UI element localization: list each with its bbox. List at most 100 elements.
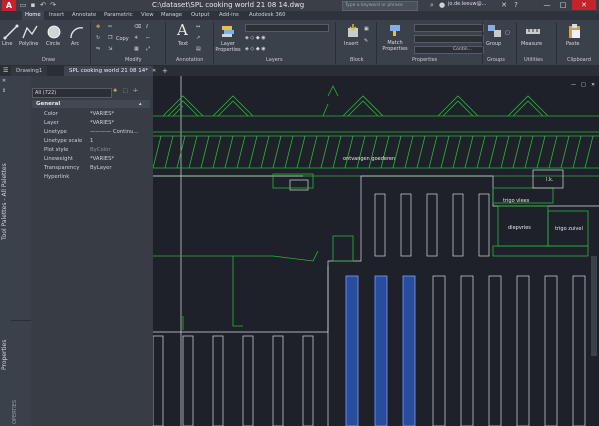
tab-addins[interactable]: Add-ins [219,11,239,20]
tab-parametric[interactable]: Parametric [104,11,133,20]
insert-block-icon[interactable] [345,23,361,39]
measure-icon[interactable] [525,23,541,39]
paste-button[interactable]: Paste [566,41,580,47]
explode-icon[interactable]: ✳ [134,35,138,41]
layer-properties-button[interactable]: Layer Properties [215,41,241,53]
undo-icon[interactable]: ↶ [39,1,47,9]
general-section-header[interactable]: General [32,100,150,108]
layer-tools-icon[interactable]: ◈ ◇ ◆ ◉ [245,35,266,41]
polyline-button[interactable]: Polyline [19,41,38,47]
drawing-canvas[interactable]: ontvangen goederen — □ ✕ trigo vlees diepv… [153,76,599,426]
draw-panel-label[interactable]: Draw [42,57,55,63]
search-icon[interactable]: ⌕ [428,1,436,9]
redo-icon[interactable]: ↷ [49,1,57,9]
tab-insert[interactable]: Insert [49,11,64,20]
ungroup-icon[interactable]: ▢ [505,30,510,36]
block-panel-label[interactable]: Block [350,57,364,63]
group-icon[interactable] [487,23,503,39]
lineweight-dropdown[interactable]: Contin... [414,46,484,54]
text-button[interactable]: Text [178,41,188,47]
mirror-icon[interactable]: ⇋ [96,46,100,52]
arc-icon[interactable] [69,24,85,40]
tab-output[interactable]: Output [191,11,209,20]
match-properties-button[interactable]: Match Properties [380,40,410,52]
tab-home[interactable]: Home [22,11,44,20]
autocad-logo-icon[interactable]: A [2,0,16,11]
group-button[interactable]: Group [486,41,501,47]
circle-button[interactable]: Circle [46,41,60,47]
minimize-button[interactable]: — [540,0,554,10]
prop-row-transparency[interactable]: Transparency ByLayer [32,164,150,173]
properties-strip-title[interactable]: Properties [1,340,8,370]
prop-row-lineweight[interactable]: Lineweight *VARIES* [32,155,150,164]
layer-state-icon[interactable]: ◈ ◇ ◆ ◉ [245,46,266,52]
groups-panel-label[interactable]: Groups [487,57,505,63]
tool-palette-title[interactable]: Tool Palettes - All Palettes [1,163,8,240]
copy-icon[interactable]: ❐ [108,35,112,41]
prop-row-color[interactable]: Color *VARIES* [32,110,150,119]
modify-panel-label[interactable]: Modify [125,57,142,63]
dimension-icon[interactable]: ↔ [196,24,200,30]
layer-properties-icon[interactable] [220,23,236,39]
table-icon[interactable]: ▤ [196,46,201,52]
save-icon[interactable]: ▪ [29,1,37,9]
linetype-dropdown[interactable] [414,35,484,43]
collapse-icon[interactable]: ▴ [139,101,142,107]
measure-button[interactable]: Measure [521,41,542,47]
user-icon[interactable]: ● [438,1,446,9]
create-block-icon[interactable]: ▣ [364,26,369,32]
trim-icon[interactable]: ✂ [108,24,112,30]
tab-annotate[interactable]: Annotate [72,11,96,20]
color-dropdown[interactable] [414,24,484,32]
line-icon[interactable] [3,24,19,40]
vertical-scrollbar[interactable] [591,256,597,356]
offset-icon[interactable]: ⫽ [146,24,148,30]
select-objects-icon[interactable]: ⬚ [123,88,128,94]
prop-row-plot-style[interactable]: Plot style ByColor [32,146,150,155]
stretch-icon[interactable]: ⇲ [108,46,112,52]
properties-title[interactable]: OPERTIES [12,400,18,424]
line-button[interactable]: Line [2,41,12,47]
erase-icon[interactable]: ⌫ [134,24,141,30]
close-tab-icon[interactable]: ✕ [152,68,156,74]
edit-block-icon[interactable]: ✎ [364,38,368,44]
clipboard-panel-label[interactable]: Clipboard [567,57,591,63]
arc-button[interactable]: Arc [71,41,79,47]
prop-row-linetype-scale[interactable]: Linetype scale 1 [32,137,150,146]
rotate-icon[interactable]: ↻ [96,35,100,41]
floor-plan[interactable]: ontvangen goederen — □ ✕ trigo vlees diepv… [153,76,599,426]
copy-button[interactable]: Copy [116,36,129,42]
tab-manage[interactable]: Manage [161,11,182,20]
paste-icon[interactable] [567,23,583,39]
help-icon[interactable]: ? [512,1,520,9]
utilities-panel-label[interactable]: Utilities [524,57,543,63]
tab-autodesk360[interactable]: Autodesk 360 [249,11,286,20]
quick-select-icon[interactable]: ✚ [113,88,117,94]
strip-pin-icon[interactable]: ⇕ [2,88,6,94]
open-icon[interactable]: ▭ [19,1,27,9]
move-icon[interactable]: ✥ [96,24,100,30]
selected-racks[interactable] [345,275,416,426]
layer-dropdown[interactable] [245,24,329,32]
array-icon[interactable]: ▦ [134,46,139,52]
strip-close-icon[interactable]: ✕ [2,78,6,84]
selection-dropdown[interactable]: All (722) [32,88,112,98]
tab-spl-cooking-world[interactable]: SPL cooking world 21 08 14* [64,66,153,76]
match-properties-icon[interactable] [388,23,402,37]
insert-button[interactable]: Insert [344,41,358,47]
tab-view[interactable]: View [141,11,154,20]
exchange-icon[interactable]: ✕ [500,1,508,9]
layers-panel-label[interactable]: Layers [266,57,283,63]
tab-drawing1[interactable]: Drawing1 [11,66,48,76]
leader-icon[interactable]: ↗ [196,35,200,41]
polyline-icon[interactable] [22,24,38,40]
start-tab-icon[interactable]: ☰ [3,67,8,74]
new-tab-icon[interactable]: + [162,67,168,75]
scale-icon[interactable]: ⤢ [146,46,150,52]
prop-row-layer[interactable]: Layer *VARIES* [32,119,150,128]
text-icon[interactable]: A [177,21,188,39]
prop-row-linetype[interactable]: Linetype ———— Continu... [32,128,150,137]
prop-row-hyperlink[interactable]: Hyperlink [32,173,150,182]
user-name[interactable]: jo.de.leeuw@... [448,1,486,7]
annotation-panel-label[interactable]: Annotation [176,57,203,63]
